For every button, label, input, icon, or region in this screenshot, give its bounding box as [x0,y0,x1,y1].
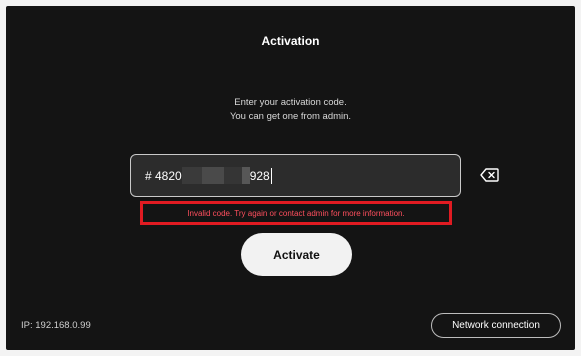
redacted-block [223,167,242,184]
activate-button[interactable]: Activate [241,233,352,276]
instructions-line-1: Enter your activation code. [234,97,347,108]
code-prefix: # 4820 [145,168,182,183]
backspace-icon[interactable] [480,168,499,182]
redacted-block [241,167,250,184]
error-message: Invalid code. Try again or contact admin… [187,208,405,218]
activation-screen: Activation Enter your activation code. Y… [6,6,575,350]
activation-code-input[interactable]: # 4820 928 [130,154,461,197]
redacted-block [181,167,202,184]
instructions-line-2: You can get one from admin. [229,111,352,122]
text-cursor [270,167,272,184]
redacted-block [201,167,224,184]
instructions-text: Enter your activation code. You can get … [6,96,575,124]
code-suffix: 928 [249,168,270,183]
ip-address: IP: 192.168.0.99 [21,320,91,331]
network-connection-button[interactable]: Network connection [431,313,561,338]
page-title: Activation [261,34,320,48]
error-highlight-box: Invalid code. Try again or contact admin… [140,201,452,225]
